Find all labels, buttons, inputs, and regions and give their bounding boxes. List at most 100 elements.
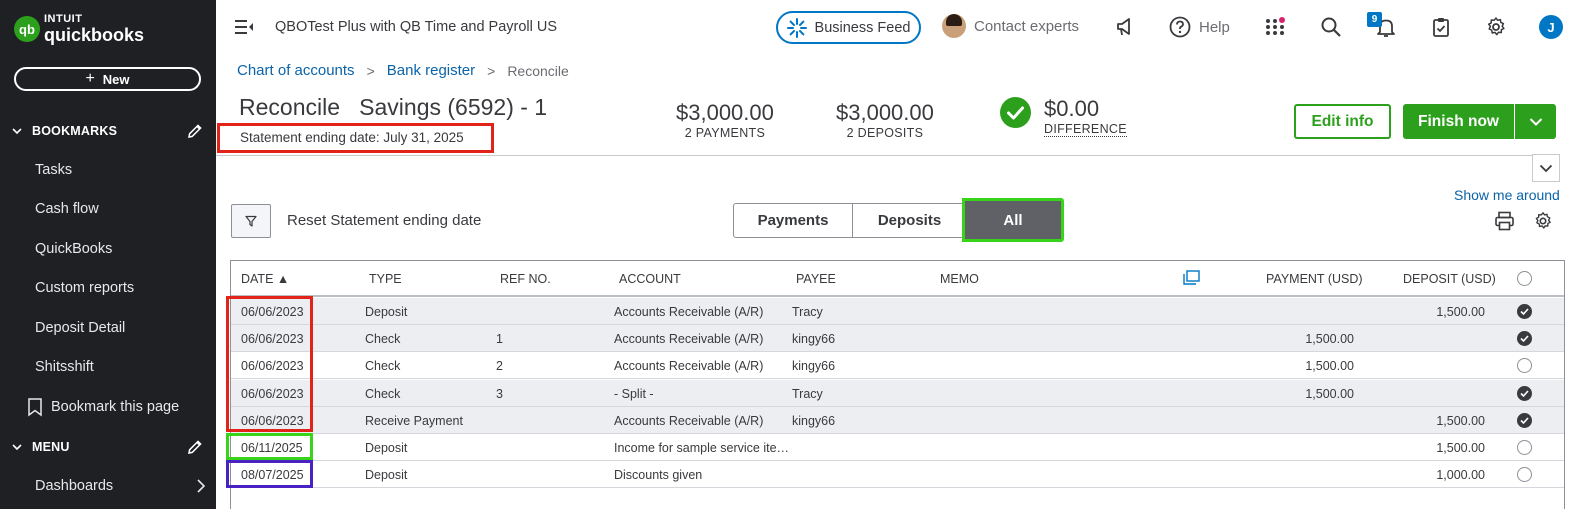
breadcrumb-bank-register[interactable]: Bank register (387, 62, 475, 79)
clipboard-check-icon[interactable] (1430, 16, 1452, 38)
cell-account: Accounts Receivable (A/R) (614, 305, 764, 319)
difference-label[interactable]: DIFFERENCE (1044, 122, 1127, 137)
quickbooks-logo[interactable]: qb INTUIT quickbooks (14, 14, 144, 44)
page-title: Reconcile Savings (6592) - 1 (239, 94, 548, 120)
column-type[interactable]: TYPE (369, 272, 402, 286)
cell-date: 06/11/2025 (241, 441, 303, 455)
cell-payee: kingy66 (792, 359, 836, 374)
cell-payee: Tracy (792, 386, 823, 401)
cell-type: Check (365, 332, 401, 347)
pencil-icon[interactable] (186, 438, 204, 456)
app-root: qb INTUIT quickbooks + New BOOKMARKS Tas… (0, 0, 1587, 509)
tab-all[interactable]: All (962, 198, 1064, 242)
expert-avatar-icon (942, 14, 966, 38)
business-feed-button[interactable]: Business Feed (776, 11, 921, 44)
header-divider (216, 155, 1533, 156)
cell-payee: Tracy (792, 305, 823, 319)
contact-experts-button[interactable]: Contact experts (942, 14, 1079, 38)
cleared-check-icon[interactable] (1517, 412, 1532, 428)
finish-now-button[interactable]: Finish now (1403, 104, 1514, 139)
cleared-check-icon[interactable] (1517, 358, 1532, 374)
table-settings-gear-icon[interactable] (1533, 211, 1553, 231)
gear-icon[interactable] (1485, 16, 1507, 38)
column-payment[interactable]: PAYMENT (USD) (1266, 272, 1363, 286)
copy-columns-icon[interactable] (1182, 270, 1200, 286)
table-row[interactable]: 08/07/2025 Deposit Discounts given 1,000.00 (231, 461, 1564, 489)
help-label[interactable]: Help (1199, 19, 1230, 36)
table-row[interactable]: 06/06/2023 Check 2 Accounts Receivable (A/R… (231, 352, 1564, 380)
menu-section-header[interactable]: MENU (12, 436, 208, 458)
filter-button[interactable] (231, 204, 271, 238)
deposits-count-label: 2 DEPOSITS (846, 126, 924, 140)
contact-experts-label: Contact experts (974, 17, 1080, 35)
search-icon[interactable] (1320, 16, 1342, 38)
show-me-around-link[interactable]: Show me around (1454, 187, 1560, 203)
table-row[interactable]: 06/06/2023 Deposit Accounts Receivable (A/… (231, 298, 1564, 325)
cell-account: - Split - (614, 386, 654, 401)
sidebar-item-deposit-detail[interactable]: Deposit Detail (35, 320, 125, 336)
sidebar-item-shitsshift[interactable]: Shitsshift (35, 359, 94, 375)
edit-info-button[interactable]: Edit info (1294, 104, 1391, 139)
difference-amount: $0.00 (1044, 96, 1100, 121)
cell-date: 06/06/2023 (241, 332, 304, 347)
breadcrumb-separator: > (487, 62, 496, 79)
select-all-radio[interactable] (1517, 271, 1532, 286)
tab-deposits[interactable]: Deposits (852, 203, 967, 238)
cleared-check-icon[interactable] (1517, 304, 1532, 319)
bookmark-this-page-label: Bookmark this page (51, 399, 180, 415)
column-account[interactable]: ACCOUNT (619, 272, 681, 286)
column-deposit[interactable]: DEPOSIT (USD) (1403, 272, 1496, 286)
sidebar-item-custom-reports[interactable]: Custom reports (35, 280, 134, 296)
user-avatar[interactable]: J (1539, 15, 1563, 39)
logo-line-intuit: INTUIT (44, 13, 83, 25)
column-date[interactable]: DATE ▲ (241, 272, 289, 286)
chevron-down-icon (1529, 117, 1542, 126)
bookmarks-section-header[interactable]: BOOKMARKS (12, 120, 208, 142)
table-row[interactable]: 06/06/2023 Check 3 - Split - Tracy 1,500.00 (231, 379, 1564, 407)
sidebar-item-quickbooks[interactable]: QuickBooks (35, 241, 112, 257)
cell-type: Deposit (365, 468, 408, 483)
megaphone-icon[interactable] (1114, 16, 1136, 38)
breadcrumb-separator: > (366, 62, 375, 79)
bookmark-this-page[interactable]: Bookmark this page (26, 397, 179, 417)
hamburger-menu-icon[interactable] (234, 18, 254, 36)
column-payee[interactable]: PAYEE (796, 272, 836, 286)
chevron-right-icon[interactable] (196, 478, 206, 494)
cell-account: Accounts Receivable (A/R) (614, 332, 764, 347)
cleared-check-icon[interactable] (1517, 331, 1532, 347)
cleared-check-icon[interactable] (1517, 440, 1532, 455)
printer-icon[interactable] (1494, 211, 1515, 231)
payments-amount: $3,000.00 (676, 100, 774, 125)
sidebar: qb INTUIT quickbooks + New BOOKMARKS Tas… (0, 0, 216, 509)
cell-date: 06/06/2023 (241, 413, 304, 428)
logo-line-quickbooks: quickbooks (44, 25, 145, 45)
cell-account: Discounts given (614, 468, 703, 483)
sidebar-item-dashboards[interactable]: Dashboards (35, 478, 113, 494)
bookmarks-label: BOOKMARKS (32, 124, 118, 138)
column-memo[interactable]: MEMO (940, 272, 979, 286)
column-ref-no[interactable]: REF NO. (500, 272, 551, 286)
pencil-icon[interactable] (186, 122, 204, 140)
table-row[interactable]: 06/11/2025 Deposit Income for sample servi… (231, 434, 1564, 461)
finish-now-dropdown[interactable] (1515, 104, 1556, 139)
deposits-summary: $3,000.00 2 DEPOSITS (836, 100, 934, 140)
sidebar-item-cash-flow[interactable]: Cash flow (35, 201, 99, 217)
chevron-down-icon (12, 128, 22, 135)
business-feed-label: Business Feed (814, 19, 911, 36)
cleared-check-icon[interactable] (1517, 385, 1532, 401)
tab-payments[interactable]: Payments (733, 203, 853, 238)
apps-grid-icon[interactable] (1264, 16, 1286, 38)
sidebar-item-tasks[interactable]: Tasks (35, 162, 72, 178)
cell-type: Check (365, 386, 401, 401)
reset-statement-date-label[interactable]: Reset Statement ending date (287, 212, 481, 229)
table-row[interactable]: 06/06/2023 Receive Payment Accounts Receiv… (231, 406, 1564, 434)
new-button[interactable]: + New (14, 67, 201, 91)
cleared-check-icon[interactable] (1517, 467, 1532, 483)
breadcrumb-chart-of-accounts[interactable]: Chart of accounts (237, 62, 355, 79)
help-icon[interactable] (1169, 16, 1191, 38)
cell-payee: kingy66 (792, 332, 836, 347)
table-row[interactable]: 06/06/2023 Check 1 Accounts Receivable (A/R… (231, 325, 1564, 353)
cell-account: Accounts Receivable (A/R) (614, 359, 764, 374)
collapse-header-button[interactable] (1532, 154, 1560, 182)
cell-deposit: 1,000.00 (1436, 468, 1485, 483)
